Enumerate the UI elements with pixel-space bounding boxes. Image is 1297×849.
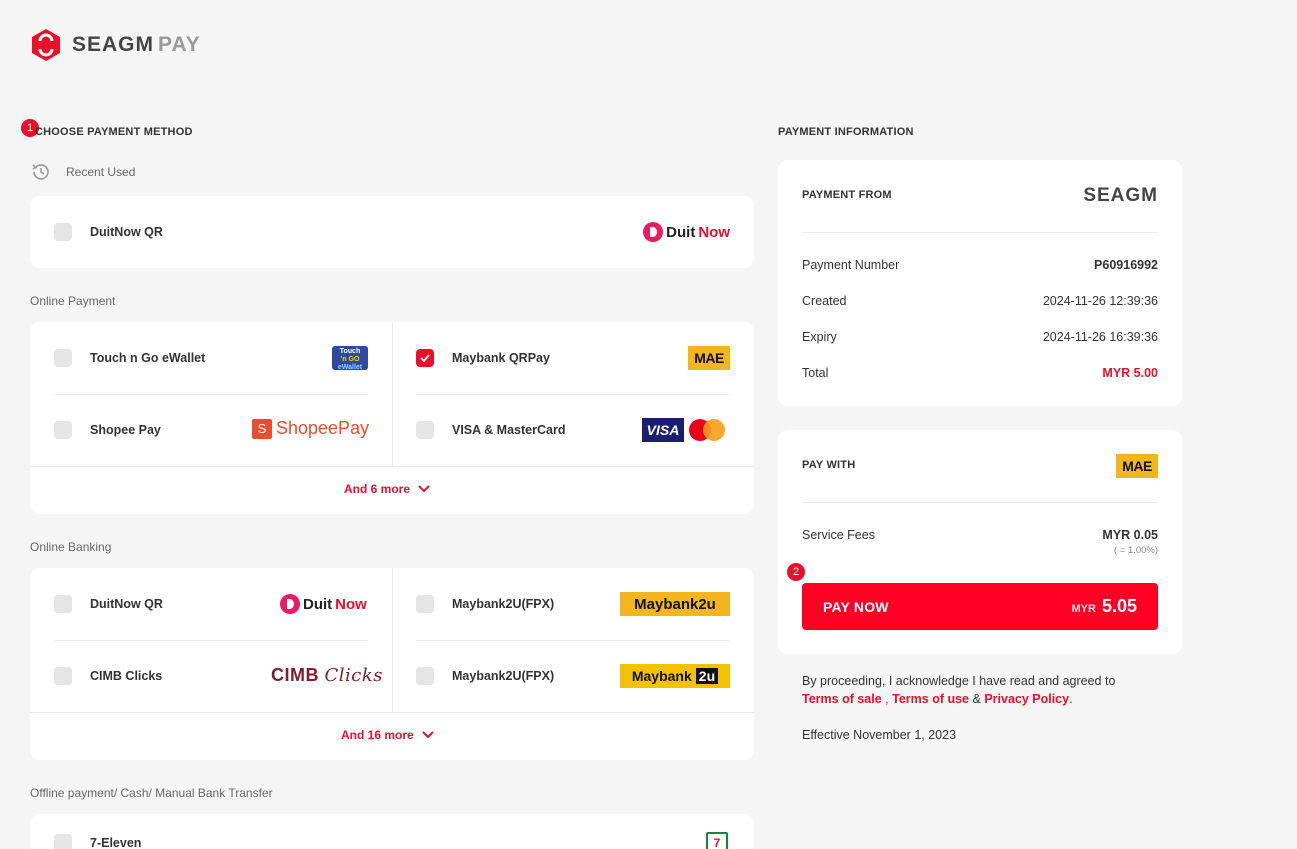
- option-maybank-qrpay[interactable]: Maybank QRPay: [416, 349, 550, 367]
- online-payment-card: Touch n Go eWallet Touch'n GO eWallet May…: [30, 322, 754, 514]
- option-7-eleven[interactable]: 7-Eleven: [54, 834, 141, 849]
- checkbox[interactable]: [54, 595, 72, 613]
- maybank2u-logo-alt: Maybank 2u: [620, 664, 730, 688]
- checkbox[interactable]: [416, 421, 434, 439]
- checkbox-checked[interactable]: [416, 349, 434, 367]
- visa-mastercard-logo: VISA: [642, 418, 727, 442]
- payment-number-row: Payment Number P60916992: [802, 258, 1158, 272]
- pay-now-button[interactable]: PAY NOW MYR 5.05: [802, 583, 1158, 630]
- checkbox[interactable]: [54, 223, 72, 241]
- chevron-down-icon: [421, 731, 434, 739]
- chevron-down-icon: [418, 485, 430, 493]
- touch-n-go-logo: Touch'n GO eWallet: [332, 346, 368, 371]
- recent-card: DuitNow QR Duit Now: [30, 196, 754, 268]
- visa-logo: VISA: [642, 418, 684, 442]
- offline-card: 7-Eleven 7: [30, 814, 754, 849]
- terms-of-sale-link[interactable]: Terms of sale: [802, 692, 882, 706]
- mae-logo: MAE: [1116, 454, 1158, 478]
- checkbox[interactable]: [416, 595, 434, 613]
- effective-date: Effective November 1, 2023: [802, 728, 957, 742]
- seagm-pay-logo[interactable]: SEAGM PAY: [30, 28, 201, 62]
- pay-with-label: PAY WITH: [802, 459, 856, 471]
- option-duitnow-banking[interactable]: DuitNow QR: [54, 595, 163, 613]
- payment-from-label: PAYMENT FROM: [802, 189, 892, 201]
- shopee-bag-icon: S: [252, 418, 272, 439]
- legal-text: By proceeding, I acknowledge I have read…: [802, 674, 1116, 706]
- seagm-merchant-logo: SEAGM: [1083, 185, 1158, 206]
- seagm-logo-icon: [32, 29, 60, 61]
- created-row: Created 2024-11-26 12:39:36: [802, 294, 1158, 308]
- check-icon: [420, 354, 430, 362]
- mae-logo: MAE: [688, 346, 730, 370]
- checkbox[interactable]: [54, 834, 72, 849]
- terms-of-use-link[interactable]: Terms of use: [892, 692, 969, 706]
- checkbox[interactable]: [416, 667, 434, 685]
- duitnow-icon: [280, 594, 300, 614]
- show-more-online-payment[interactable]: And 6 more: [344, 482, 430, 496]
- checkbox[interactable]: [54, 667, 72, 685]
- service-fees-row: Service Fees MYR 0.05: [802, 528, 1158, 542]
- option-duitnow-recent[interactable]: DuitNow QR: [54, 223, 163, 241]
- mastercard-icon: [689, 418, 727, 442]
- duitnow-icon: [643, 222, 664, 242]
- online-payment-title: Online Payment: [30, 294, 116, 308]
- checkbox[interactable]: [54, 349, 72, 367]
- step-badge-2: 2: [787, 563, 805, 581]
- duitnow-logo: Duit Now: [280, 594, 367, 614]
- 7-eleven-logo: 7: [706, 832, 728, 849]
- option-visa-mastercard[interactable]: VISA & MasterCard: [416, 421, 565, 439]
- payment-information-title: PAYMENT INFORMATION: [778, 126, 914, 138]
- option-cimb-clicks[interactable]: CIMB Clicks: [54, 667, 162, 685]
- cimb-clicks-logo: CIMB Clicks: [271, 665, 384, 686]
- history-icon: [32, 164, 49, 180]
- pay-with-card: PAY WITH MAE Service Fees MYR 0.05 ( = 1.…: [778, 430, 1182, 654]
- recent-used-label: Recent Used: [66, 165, 136, 179]
- checkbox[interactable]: [54, 421, 72, 439]
- option-maybank2u-fpx[interactable]: Maybank2U(FPX): [416, 595, 554, 613]
- choose-payment-title: CHOOSE PAYMENT METHOD: [35, 126, 193, 138]
- option-touch-n-go[interactable]: Touch n Go eWallet: [54, 349, 205, 367]
- privacy-policy-link[interactable]: Privacy Policy: [984, 692, 1069, 706]
- expiry-row: Expiry 2024-11-26 16:39:36: [802, 330, 1158, 344]
- show-more-online-banking[interactable]: And 16 more: [341, 728, 434, 742]
- duitnow-logo: Duit Now: [643, 222, 730, 242]
- shopeepay-logo: S ShopeePay: [252, 418, 369, 439]
- payment-info-card: PAYMENT FROM SEAGM Payment Number P609169…: [778, 160, 1182, 406]
- online-banking-title: Online Banking: [30, 540, 112, 554]
- service-fee-percent: ( = 1.00%): [1113, 545, 1158, 556]
- online-banking-card: DuitNow QR Duit Now Maybank2U(FPX) Mayban…: [30, 568, 754, 760]
- recent-used-header: Recent Used: [30, 161, 135, 183]
- option-maybank2u-fpx-2[interactable]: Maybank2U(FPX): [416, 667, 554, 685]
- maybank2u-logo: Maybank2u: [620, 592, 730, 616]
- brand-wordmark: SEAGM PAY: [72, 33, 201, 56]
- offline-payment-title: Offline payment/ Cash/ Manual Bank Trans…: [30, 786, 273, 800]
- option-label: DuitNow QR: [90, 225, 163, 239]
- option-shopee-pay[interactable]: Shopee Pay: [54, 421, 161, 439]
- total-row: Total MYR 5.00: [802, 366, 1158, 380]
